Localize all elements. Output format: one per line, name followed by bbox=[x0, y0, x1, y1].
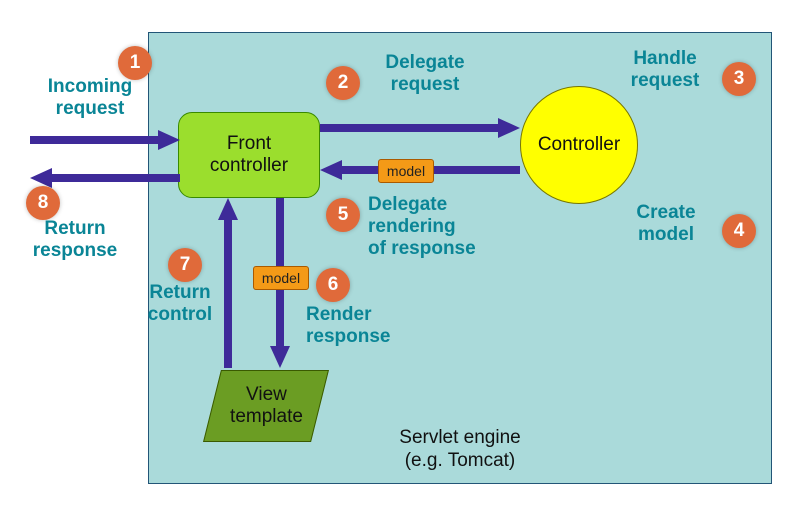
label-render-response: Renderresponse bbox=[306, 304, 416, 348]
label-return-control-text: Returncontrol bbox=[148, 282, 212, 325]
badge-8: 8 bbox=[26, 186, 60, 220]
label-return-control: Returncontrol bbox=[140, 282, 220, 326]
badge-5: 5 bbox=[326, 198, 360, 232]
label-return-response: Returnresponse bbox=[20, 218, 130, 262]
label-delegate-rendering-text: Delegaterenderingof response bbox=[368, 194, 476, 259]
arrow-return-control bbox=[218, 198, 238, 368]
label-incoming: Incomingrequest bbox=[40, 76, 140, 120]
badge-6: 6 bbox=[316, 268, 350, 302]
badge-1-num: 1 bbox=[130, 52, 141, 74]
model-tag-rendering: model bbox=[378, 159, 434, 183]
label-delegate-request: Delegaterequest bbox=[370, 52, 480, 96]
badge-8-num: 8 bbox=[38, 192, 49, 214]
badge-4-num: 4 bbox=[734, 220, 745, 242]
label-create-model: Createmodel bbox=[626, 202, 706, 246]
arrow-incoming bbox=[30, 130, 180, 150]
model-tag-render: model bbox=[253, 266, 309, 290]
label-render-response-text: Renderresponse bbox=[306, 304, 390, 347]
arrow-return-response bbox=[30, 168, 180, 188]
label-return-response-text: Returnresponse bbox=[33, 218, 117, 261]
model-tag-render-label: model bbox=[262, 270, 300, 286]
badge-7-num: 7 bbox=[180, 254, 191, 276]
view-template-node: Viewtemplate bbox=[203, 370, 329, 442]
badge-1: 1 bbox=[118, 46, 152, 80]
badge-2: 2 bbox=[326, 66, 360, 100]
badge-4: 4 bbox=[722, 214, 756, 248]
label-handle-request-text: Handlerequest bbox=[631, 48, 700, 91]
label-delegate-request-text: Delegaterequest bbox=[385, 52, 464, 95]
badge-3-num: 3 bbox=[734, 68, 745, 90]
arrow-delegate-request bbox=[320, 118, 520, 138]
diagram-canvas: Servlet engine (e.g. Tomcat) Frontcontro… bbox=[0, 0, 809, 511]
badge-6-num: 6 bbox=[328, 274, 339, 296]
engine-caption-line1: Servlet engine bbox=[399, 427, 520, 448]
model-tag-rendering-label: model bbox=[387, 163, 425, 179]
label-create-model-text: Createmodel bbox=[636, 202, 695, 245]
label-delegate-rendering: Delegaterenderingof response bbox=[368, 194, 498, 260]
front-controller-node: Frontcontroller bbox=[178, 112, 320, 198]
view-template-label: Viewtemplate bbox=[230, 384, 303, 428]
badge-3: 3 bbox=[722, 62, 756, 96]
badge-7: 7 bbox=[168, 248, 202, 282]
label-incoming-text: Incomingrequest bbox=[48, 76, 132, 119]
badge-2-num: 2 bbox=[338, 72, 349, 94]
badge-5-num: 5 bbox=[338, 204, 349, 226]
front-controller-label: Frontcontroller bbox=[210, 133, 288, 177]
controller-label: Controller bbox=[538, 134, 620, 156]
engine-caption-line2: (e.g. Tomcat) bbox=[405, 450, 516, 471]
controller-node: Controller bbox=[520, 86, 638, 204]
label-handle-request: Handlerequest bbox=[620, 48, 710, 92]
